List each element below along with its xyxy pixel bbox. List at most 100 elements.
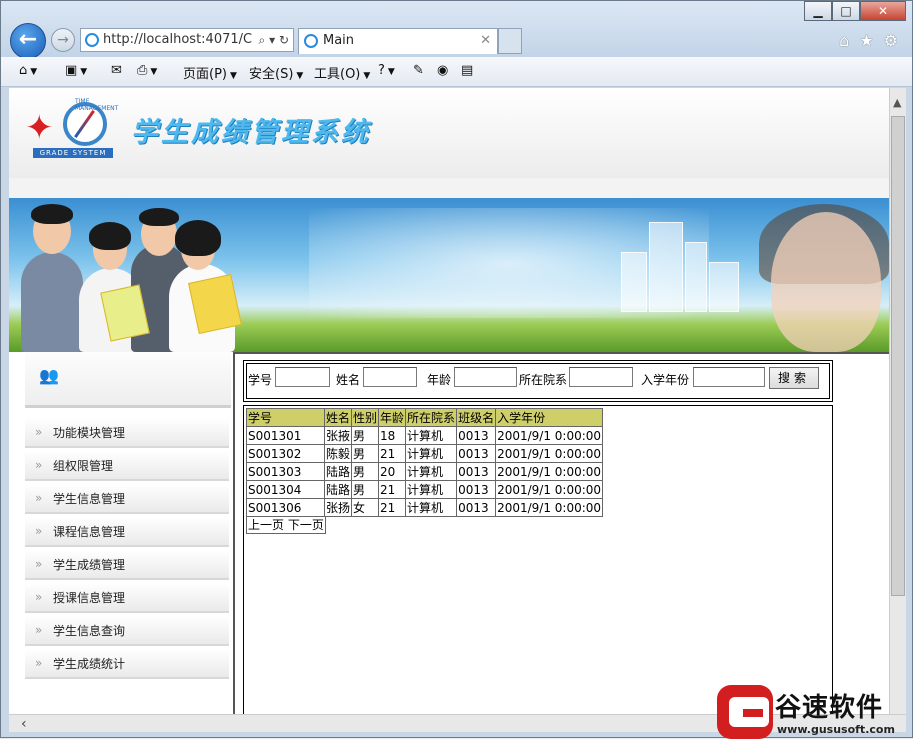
new-tab-button[interactable]	[498, 28, 522, 54]
address-text: http://localhost:4071/C	[103, 32, 253, 47]
results-panel: 学号 姓名 性别 年龄 所在院系 班级名 入学年份 S001301 张掖 男 1…	[243, 405, 833, 714]
watermark: 谷速软件 www.gususoft.com	[715, 685, 913, 739]
banner-girl	[771, 212, 881, 352]
scroll-thumb[interactable]	[891, 116, 905, 596]
logo-text: GRADE SYSTEM	[33, 148, 113, 158]
dropdown-icon[interactable]: ▾	[269, 33, 275, 47]
window-controls: ▁ □ ✕	[804, 1, 906, 21]
banner-building	[621, 252, 647, 312]
close-button[interactable]: ✕	[860, 1, 906, 21]
table-cell: 21	[378, 444, 407, 463]
research-icon[interactable]: ✎	[413, 63, 424, 78]
banner-building	[685, 242, 707, 312]
table-cell: S001304	[246, 480, 325, 499]
table-cell: 2001/9/1 0:00:00	[495, 462, 604, 481]
mail-icon[interactable]: ✉	[111, 63, 122, 78]
browser-window: ▁ □ ✕ ← → http://localhost:4071/C ⌕ ▾ ↻ …	[0, 0, 913, 739]
maximize-button[interactable]: □	[832, 1, 860, 21]
sidebar-item-student-info[interactable]: » 学生信息管理	[25, 484, 229, 514]
table-cell: S001302	[246, 444, 325, 463]
table-row: S001302 陈毅 男 21 计算机 0013 2001/9/1 0:00:0…	[246, 444, 604, 463]
banner-person-hair	[89, 222, 131, 250]
home-command-icon[interactable]: ⌂ ▼	[19, 63, 37, 78]
scroll-left-icon[interactable]: ‹	[21, 716, 27, 732]
sidebar-item-module-management[interactable]: » 功能模块管理	[25, 418, 229, 448]
table-cell: 计算机	[405, 462, 458, 481]
student-id-input[interactable]	[275, 367, 330, 387]
rss-icon[interactable]: ▣ ▼	[65, 63, 87, 78]
sidebar-item-course-info[interactable]: » 课程信息管理	[25, 517, 229, 547]
help-icon[interactable]: ? ▼	[378, 63, 395, 78]
gear-icon[interactable]: ⚙	[884, 31, 898, 50]
tab-title: Main	[323, 33, 355, 48]
table-cell: 0013	[456, 480, 497, 499]
forward-button[interactable]: →	[51, 28, 75, 52]
table-cell: 0013	[456, 462, 497, 481]
sidebar-item-teaching-info[interactable]: » 授课信息管理	[25, 583, 229, 613]
double-chevron-icon: »	[35, 557, 43, 571]
double-chevron-icon: »	[35, 491, 43, 505]
sidebar-item-grade-management[interactable]: » 学生成绩管理	[25, 550, 229, 580]
table-cell: 男	[351, 480, 380, 499]
sidebar-item-group-permission[interactable]: » 组权限管理	[25, 451, 229, 481]
tab-main[interactable]: Main ✕	[298, 28, 498, 54]
age-label: 年龄	[427, 373, 452, 387]
scroll-up-icon[interactable]: ▲	[893, 96, 901, 109]
home-icon[interactable]: ⌂	[839, 31, 849, 50]
tools-menu[interactable]: 工具(O) ▼	[314, 63, 370, 82]
star-icon[interactable]: ★	[859, 31, 873, 50]
table-cell: 2001/9/1 0:00:00	[495, 498, 604, 517]
sidebar-item-label: 功能模块管理	[53, 426, 126, 440]
runner-logo-icon: ✦	[25, 108, 54, 148]
print-icon[interactable]: ⎙ ▼	[137, 63, 157, 78]
sidebar-item-grade-statistics[interactable]: » 学生成绩统计	[25, 649, 229, 679]
name-input[interactable]	[363, 367, 417, 387]
table-row: S001303 陆路 男 20 计算机 0013 2001/9/1 0:00:0…	[246, 462, 604, 481]
sidebar-item-student-query[interactable]: » 学生信息查询	[25, 616, 229, 646]
table-row: S001304 陆路 男 21 计算机 0013 2001/9/1 0:00:0…	[246, 480, 604, 499]
enroll-year-label: 入学年份	[641, 373, 690, 387]
next-page-link[interactable]: 下一页	[288, 518, 324, 532]
table-cell: 2001/9/1 0:00:00	[495, 426, 604, 445]
table-cell: 0013	[456, 444, 497, 463]
table-cell: 0013	[456, 498, 497, 517]
table-cell: 陆路	[323, 462, 353, 481]
table-cell: 计算机	[405, 480, 458, 499]
globe-icon[interactable]: ◉	[437, 63, 448, 78]
vertical-scrollbar[interactable]: ▲	[889, 88, 906, 714]
close-tab-icon[interactable]: ✕	[480, 29, 491, 53]
search-panel: 学号 姓名 年龄 所在院系 入学年份 搜索	[243, 360, 833, 402]
users-icon: 👥	[39, 366, 59, 385]
table-cell: 男	[351, 426, 380, 445]
back-button[interactable]: ←	[10, 23, 46, 59]
age-input[interactable]	[454, 367, 517, 387]
search-button[interactable]: 搜索	[769, 367, 819, 389]
table-cell: 21	[378, 480, 407, 499]
table-cell: S001301	[246, 426, 325, 445]
table-cell: 0013	[456, 426, 497, 445]
browser-right-icons: ⌂ ★ ⚙	[839, 31, 898, 50]
table-cell: 陈毅	[323, 444, 353, 463]
prev-page-link[interactable]: 上一页	[248, 518, 284, 532]
header-divider	[9, 178, 889, 198]
banner-building	[649, 222, 683, 312]
safety-menu[interactable]: 安全(S) ▼	[249, 63, 303, 82]
enroll-year-input[interactable]	[693, 367, 765, 387]
watermark-url: www.gususoft.com	[777, 723, 895, 736]
refresh-icon[interactable]: ↻	[279, 33, 289, 47]
title-bar: ▁ □ ✕ ← → http://localhost:4071/C ⌕ ▾ ↻ …	[1, 1, 912, 59]
table-row: S001301 张掖 男 18 计算机 0013 2001/9/1 0:00:0…	[246, 426, 604, 445]
watermark-logo-icon	[717, 685, 773, 739]
banner-image	[9, 198, 889, 352]
department-input[interactable]	[569, 367, 633, 387]
search-icon[interactable]: ⌕	[259, 33, 266, 47]
pager: 上一页 下一页	[246, 516, 326, 534]
page-menu[interactable]: 页面(P) ▼	[183, 63, 237, 82]
table-cell: 2001/9/1 0:00:00	[495, 444, 604, 463]
address-bar[interactable]: http://localhost:4071/C ⌕ ▾ ↻	[80, 28, 294, 52]
minimize-button[interactable]: ▁	[804, 1, 832, 21]
table-cell: 21	[378, 498, 407, 517]
table-cell: S001306	[246, 498, 325, 517]
addon-icon[interactable]: ▤	[461, 63, 473, 78]
table-header-row: 学号 姓名 性别 年龄 所在院系 班级名 入学年份	[246, 408, 604, 427]
